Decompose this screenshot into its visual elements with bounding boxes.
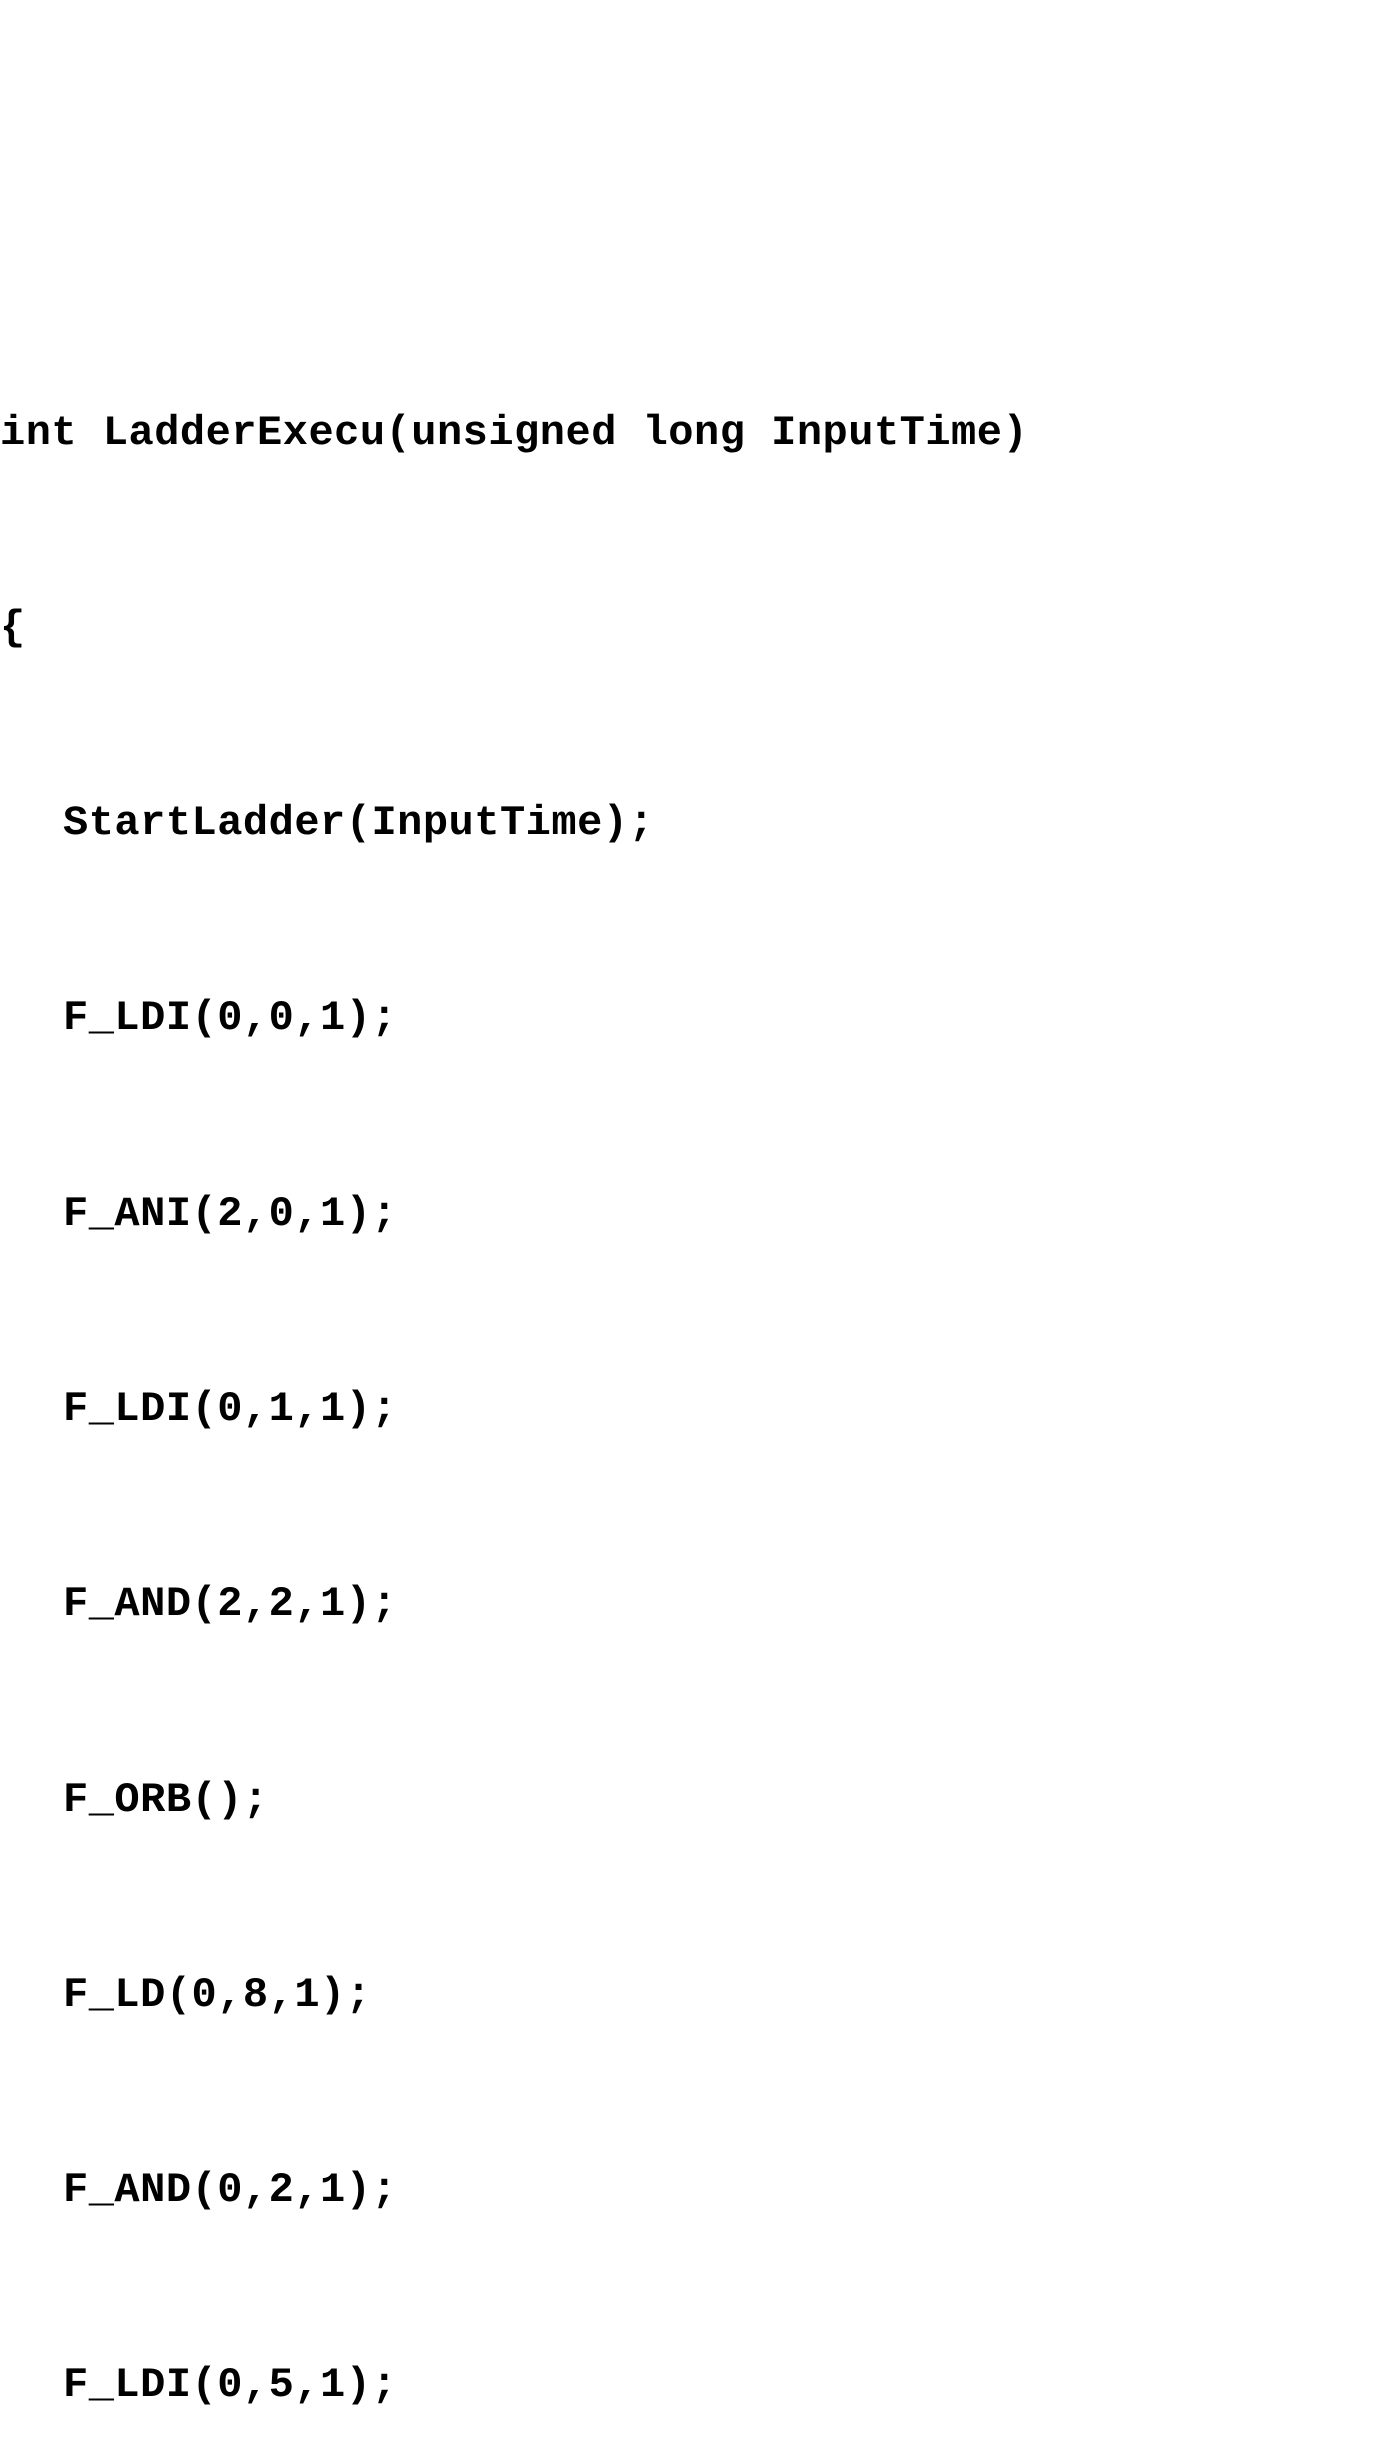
function-signature: int LadderExecu(unsigned long InputTime)	[0, 401, 1377, 466]
code-line: F_ORB();	[0, 1768, 1377, 1833]
code-line: F_LDI(0,1,1);	[0, 1377, 1377, 1442]
code-line: F_AND(2,2,1);	[0, 1572, 1377, 1637]
open-brace: {	[0, 596, 1377, 661]
code-line: F_LDI(0,0,1);	[0, 986, 1377, 1051]
code-block: int LadderExecu(unsigned long InputTime)…	[0, 260, 1377, 2456]
code-line: F_LD(0,8,1);	[0, 1963, 1377, 2028]
code-line: F_AND(0,2,1);	[0, 2158, 1377, 2223]
code-line: F_ANI(2,0,1);	[0, 1182, 1377, 1247]
code-line: StartLadder(InputTime);	[0, 791, 1377, 856]
code-line: F_LDI(0,5,1);	[0, 2353, 1377, 2418]
